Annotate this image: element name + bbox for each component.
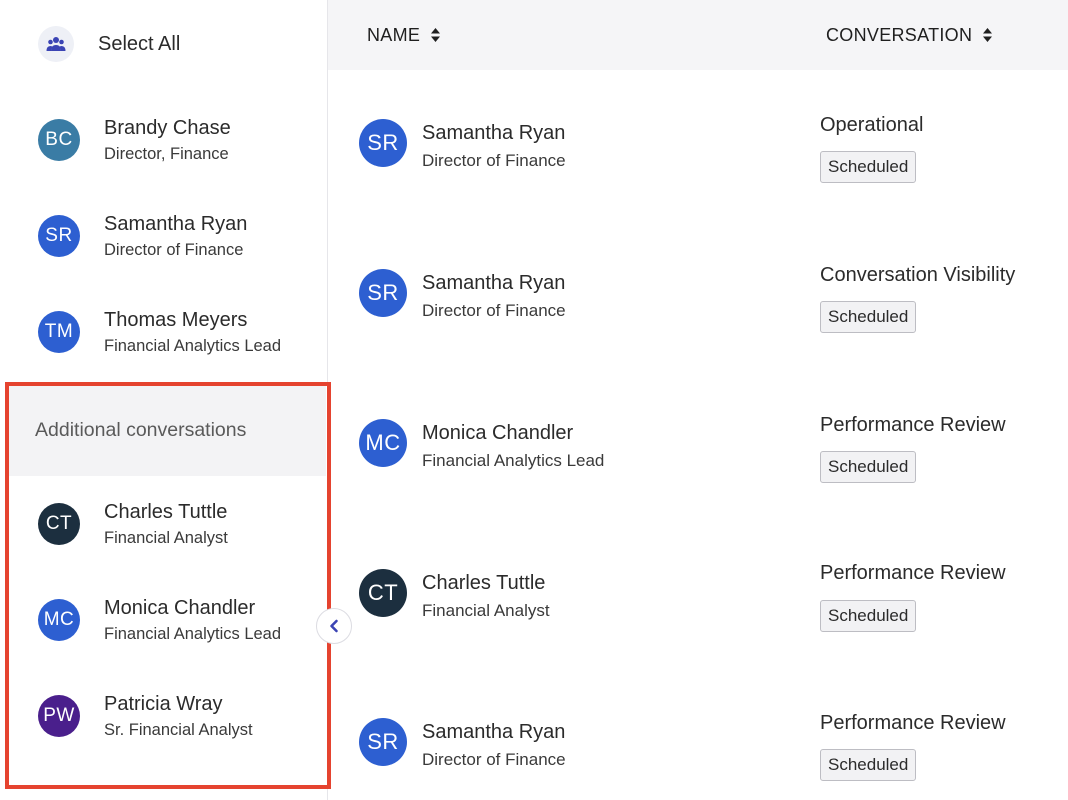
conversation-type: Performance Review <box>820 414 1006 436</box>
status-badge[interactable]: Scheduled <box>820 451 917 483</box>
collapse-sidebar-button[interactable] <box>316 608 352 644</box>
person-title: Financial Analytics Lead <box>104 625 282 643</box>
person-name: Monica Chandler <box>104 597 256 619</box>
row-name: Samantha Ryan <box>422 122 566 144</box>
sidebar-person-patricia-wray[interactable]: PW Patricia Wray Sr. Financial Analyst <box>0 668 327 764</box>
avatar: TM <box>38 311 80 353</box>
avatar: PW <box>38 695 80 737</box>
column-header-name[interactable]: NAME <box>367 0 441 70</box>
avatar: SR <box>359 269 407 317</box>
person-name: Brandy Chase <box>104 117 231 139</box>
select-all-row[interactable]: Select All <box>0 0 327 88</box>
row-name: Samantha Ryan <box>422 272 566 294</box>
person-name: Thomas Meyers <box>104 309 248 331</box>
table-row[interactable]: SR Samantha Ryan Director of Finance Per… <box>328 670 1068 800</box>
people-sidebar: Select All BC Brandy Chase Director, Fin… <box>0 0 331 800</box>
sidebar-person-monica-chandler[interactable]: MC Monica Chandler Financial Analytics L… <box>0 572 327 668</box>
avatar: BC <box>38 119 80 161</box>
person-title: Financial Analyst <box>104 529 228 547</box>
conversations-table: NAME CONVERSATION SR Samantha Ryan Direc… <box>328 0 1068 800</box>
row-title: Financial Analyst <box>422 601 550 620</box>
avatar: SR <box>359 718 407 766</box>
person-name: Samantha Ryan <box>104 213 248 235</box>
select-all-label: Select All <box>98 32 181 55</box>
row-title: Director of Finance <box>422 151 566 170</box>
sort-icon <box>982 27 993 43</box>
table-row[interactable]: MC Monica Chandler Financial Analytics L… <box>328 370 1068 520</box>
row-name: Charles Tuttle <box>422 572 546 594</box>
person-title: Sr. Financial Analyst <box>104 721 253 739</box>
sidebar-person-charles-tuttle[interactable]: CT Charles Tuttle Financial Analyst <box>0 476 327 572</box>
status-badge[interactable]: Scheduled <box>820 600 917 632</box>
conversation-type: Operational <box>820 114 924 136</box>
chevron-left-icon <box>328 619 340 633</box>
section-title: Additional conversations <box>35 418 247 441</box>
group-icon[interactable] <box>38 26 74 62</box>
person-title: Director, Finance <box>104 145 229 163</box>
column-label: NAME <box>367 24 421 45</box>
row-title: Financial Analytics Lead <box>422 451 605 470</box>
avatar: SR <box>38 215 80 257</box>
avatar: MC <box>359 419 407 467</box>
sidebar-person-thomas-meyers[interactable]: TM Thomas Meyers Financial Analytics Lea… <box>0 284 327 380</box>
person-name: Charles Tuttle <box>104 501 228 523</box>
table-row[interactable]: CT Charles Tuttle Financial Analyst Perf… <box>328 520 1068 670</box>
avatar: SR <box>359 119 407 167</box>
avatar: CT <box>359 569 407 617</box>
row-name: Samantha Ryan <box>422 721 566 743</box>
sidebar-person-brandy-chase[interactable]: BC Brandy Chase Director, Finance <box>0 92 327 188</box>
sidebar-person-samantha-ryan[interactable]: SR Samantha Ryan Director of Finance <box>0 188 327 284</box>
additional-conversations-header: Additional conversations <box>8 384 326 476</box>
row-title: Director of Finance <box>422 750 566 769</box>
column-header-conversation[interactable]: CONVERSATION <box>826 0 993 70</box>
person-title: Financial Analytics Lead <box>104 337 282 355</box>
status-badge[interactable]: Scheduled <box>820 301 917 333</box>
person-name: Patricia Wray <box>104 693 223 715</box>
avatar: MC <box>38 599 80 641</box>
row-title: Director of Finance <box>422 301 566 320</box>
conversation-type: Performance Review <box>820 562 1006 584</box>
column-label: CONVERSATION <box>826 24 973 45</box>
status-badge[interactable]: Scheduled <box>820 749 917 781</box>
row-name: Monica Chandler <box>422 422 574 444</box>
table-row[interactable]: SR Samantha Ryan Director of Finance Con… <box>328 220 1068 370</box>
avatar: CT <box>38 503 80 545</box>
conversation-type: Performance Review <box>820 712 1006 734</box>
table-header: NAME CONVERSATION <box>328 0 1068 70</box>
conversation-type: Conversation Visibility <box>820 264 1016 286</box>
sort-icon <box>430 27 441 43</box>
person-title: Director of Finance <box>104 241 244 259</box>
status-badge[interactable]: Scheduled <box>820 151 917 183</box>
table-row[interactable]: SR Samantha Ryan Director of Finance Ope… <box>328 70 1068 220</box>
